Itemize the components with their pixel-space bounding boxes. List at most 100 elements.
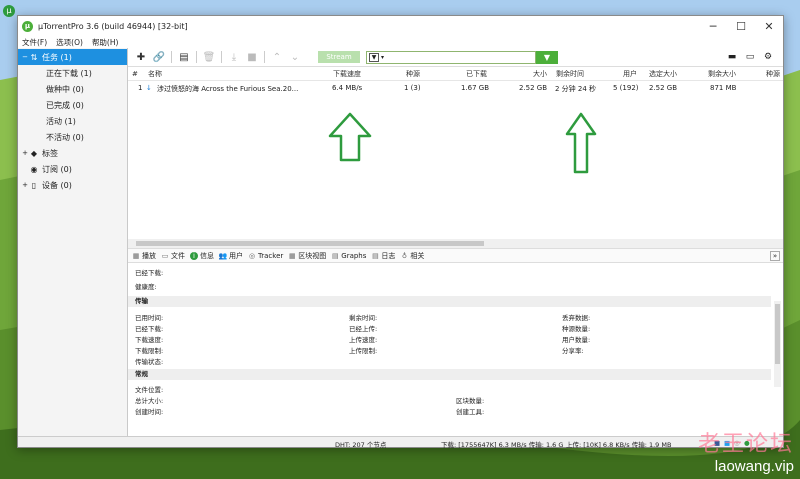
minimize-button[interactable]: ─ — [699, 16, 727, 36]
sidebar-item-torrents[interactable]: − ⇅ 任务 (1) — [18, 49, 127, 65]
field-label: 下载限制: — [135, 347, 164, 355]
watermark-url: laowang.vip — [714, 458, 794, 475]
info-health-label: 健康度: — [135, 283, 157, 291]
window-title: µTorrentPro 3.6 (build 46944) [32-bit] — [38, 21, 188, 31]
close-button[interactable]: ✕ — [755, 16, 783, 36]
status-upload: 上传: [10K] 6.8 KB/s 传输: 1.9 MB — [566, 441, 672, 449]
menu-file[interactable]: 文件(F) — [22, 37, 47, 48]
search-input[interactable]: ▼ ▾ — [366, 50, 536, 64]
sidebar-item-label: 任务 (1) — [42, 52, 72, 62]
collapse-panel-icon[interactable]: » — [770, 251, 780, 261]
field-label: 用户数量: — [562, 336, 591, 344]
phone-icon: ▯ — [31, 180, 37, 190]
move-up-icon[interactable]: ⌃ — [268, 49, 286, 65]
tab-logger[interactable]: ▤ 日志 — [371, 251, 395, 261]
table-row[interactable]: 1 ↓ 涉过愤怒的海 Across the Furious Sea.20... … — [128, 81, 783, 95]
sidebar-item-label: 订阅 (0) — [42, 164, 72, 174]
sidebar: − ⇅ 任务 (1) 正在下载 (1) 做种中 (0) 已完成 (0) 活动 (… — [18, 48, 128, 436]
field-label: 已经上传: — [349, 325, 378, 333]
arrows-updown-icon: ⇅ — [30, 52, 38, 62]
expand-icon[interactable]: + — [21, 181, 29, 189]
tab-graphs[interactable]: ▤ Graphs — [331, 252, 366, 260]
field-label: 上传速度: — [349, 336, 378, 344]
add-link-icon[interactable]: 🔗 — [150, 49, 168, 65]
col-size[interactable]: 大小 — [533, 69, 547, 79]
tab-info[interactable]: i 信息 — [190, 251, 214, 261]
field-label: 已用时间: — [135, 314, 164, 322]
sidebar-item-labels[interactable]: + ◆ 标签 — [18, 145, 127, 161]
expand-icon[interactable]: + — [21, 149, 29, 157]
field-label: 丢弃数据: — [562, 314, 591, 322]
watermark: 老王论坛 laowang.vip — [698, 426, 794, 475]
filter-button[interactable]: ▼ — [536, 50, 558, 64]
tab-peers[interactable]: 👥 用户 — [219, 251, 243, 261]
field-label: 分享率: — [562, 347, 584, 355]
menu-bar: 文件(F) 选项(O) 帮助(H) — [18, 36, 783, 48]
download-arrow-icon: ↓ — [146, 84, 152, 92]
row-eta: 2 分钟 24 秒 — [555, 85, 597, 93]
col-remaining[interactable]: 剩余大小 — [708, 69, 736, 79]
tab-play[interactable]: ▦ 播放 — [132, 251, 156, 261]
sidebar-item-downloading[interactable]: 正在下载 (1) — [18, 65, 127, 81]
chevron-down-icon[interactable]: ▾ — [381, 54, 384, 61]
col-selected-size[interactable]: 选定大小 — [649, 69, 677, 79]
tab-tracker[interactable]: ◎ Tracker — [248, 252, 283, 260]
row-peers: 5 (192) — [613, 84, 639, 92]
chat-icon[interactable]: ▬ — [723, 50, 741, 64]
col-seeds-2[interactable]: 种源 — [766, 69, 780, 79]
sidebar-item-label: 已完成 (0) — [46, 100, 84, 110]
maximize-button[interactable]: ☐ — [727, 16, 755, 36]
field-label: 创建工具: — [456, 408, 485, 416]
vertical-scrollbar[interactable] — [774, 301, 781, 387]
info-downloaded-label: 已经下载: — [135, 269, 164, 277]
sidebar-item-label: 做种中 (0) — [46, 84, 84, 94]
gear-icon[interactable]: ⚙ — [759, 50, 777, 64]
row-size: 2.52 GB — [519, 84, 548, 92]
annotation-up-arrow-speed — [328, 112, 372, 162]
move-down-icon[interactable]: ⌄ — [286, 49, 304, 65]
field-label: 上传限制: — [349, 347, 378, 355]
col-name[interactable]: 名称 — [148, 69, 162, 79]
tab-files[interactable]: ▭ 文件 — [161, 251, 185, 261]
sidebar-item-label: 正在下载 (1) — [46, 68, 92, 78]
col-down-speed[interactable]: 下载速度 — [333, 69, 361, 79]
tab-related[interactable]: ♁ 相关 — [400, 251, 425, 261]
col-peers[interactable]: 用户 — [623, 69, 637, 79]
horizontal-scrollbar[interactable] — [128, 239, 783, 248]
field-label: 文件位置: — [135, 386, 164, 394]
play-icon: ▦ — [132, 251, 140, 260]
create-torrent-icon[interactable]: ▤ — [175, 49, 193, 65]
monitor-icon[interactable]: ▭ — [741, 50, 759, 64]
delete-icon[interactable]: 🗑 — [200, 49, 218, 65]
sidebar-item-feeds[interactable]: ◉ 订阅 (0) — [18, 161, 127, 177]
add-torrent-icon[interactable]: ✚ — [132, 49, 150, 65]
menu-help[interactable]: 帮助(H) — [92, 37, 119, 48]
col-eta[interactable]: 剩余时间 — [556, 69, 584, 79]
row-selected-size: 2.52 GB — [649, 84, 678, 92]
col-index[interactable]: # — [132, 70, 138, 78]
start-icon[interactable]: ⤓ — [225, 49, 243, 65]
sidebar-item-label: 不活动 (0) — [46, 132, 84, 142]
field-label: 总计大小: — [135, 397, 164, 405]
sidebar-item-inactive[interactable]: 不活动 (0) — [18, 129, 127, 145]
tab-pieces[interactable]: ▦ 区块视图 — [288, 251, 326, 261]
col-seeds[interactable]: 种源 — [406, 69, 420, 79]
sidebar-item-seeding[interactable]: 做种中 (0) — [18, 81, 127, 97]
field-label: 种源数量: — [562, 325, 591, 333]
sidebar-item-active[interactable]: 活动 (1) — [18, 113, 127, 129]
field-label: 下载速度: — [135, 336, 164, 344]
filter-icon: ▼ — [369, 52, 379, 62]
field-label: 创建时间: — [135, 408, 164, 416]
field-label: 传输状态: — [135, 358, 164, 366]
col-downloaded[interactable]: 已下载 — [466, 69, 487, 79]
field-label: 区块数量: — [456, 397, 485, 405]
stop-icon[interactable]: ■ — [243, 49, 261, 65]
sidebar-item-completed[interactable]: 已完成 (0) — [18, 97, 127, 113]
stream-button[interactable]: Stream — [318, 51, 360, 63]
annotation-up-arrow-eta — [565, 112, 597, 174]
sidebar-item-devices[interactable]: + ▯ 设备 (0) — [18, 177, 127, 193]
taskbar-utorrent-icon[interactable]: µ — [3, 5, 15, 17]
menu-options[interactable]: 选项(O) — [56, 37, 83, 48]
row-downloaded: 1.67 GB — [461, 84, 490, 92]
collapse-icon[interactable]: − — [21, 53, 29, 61]
